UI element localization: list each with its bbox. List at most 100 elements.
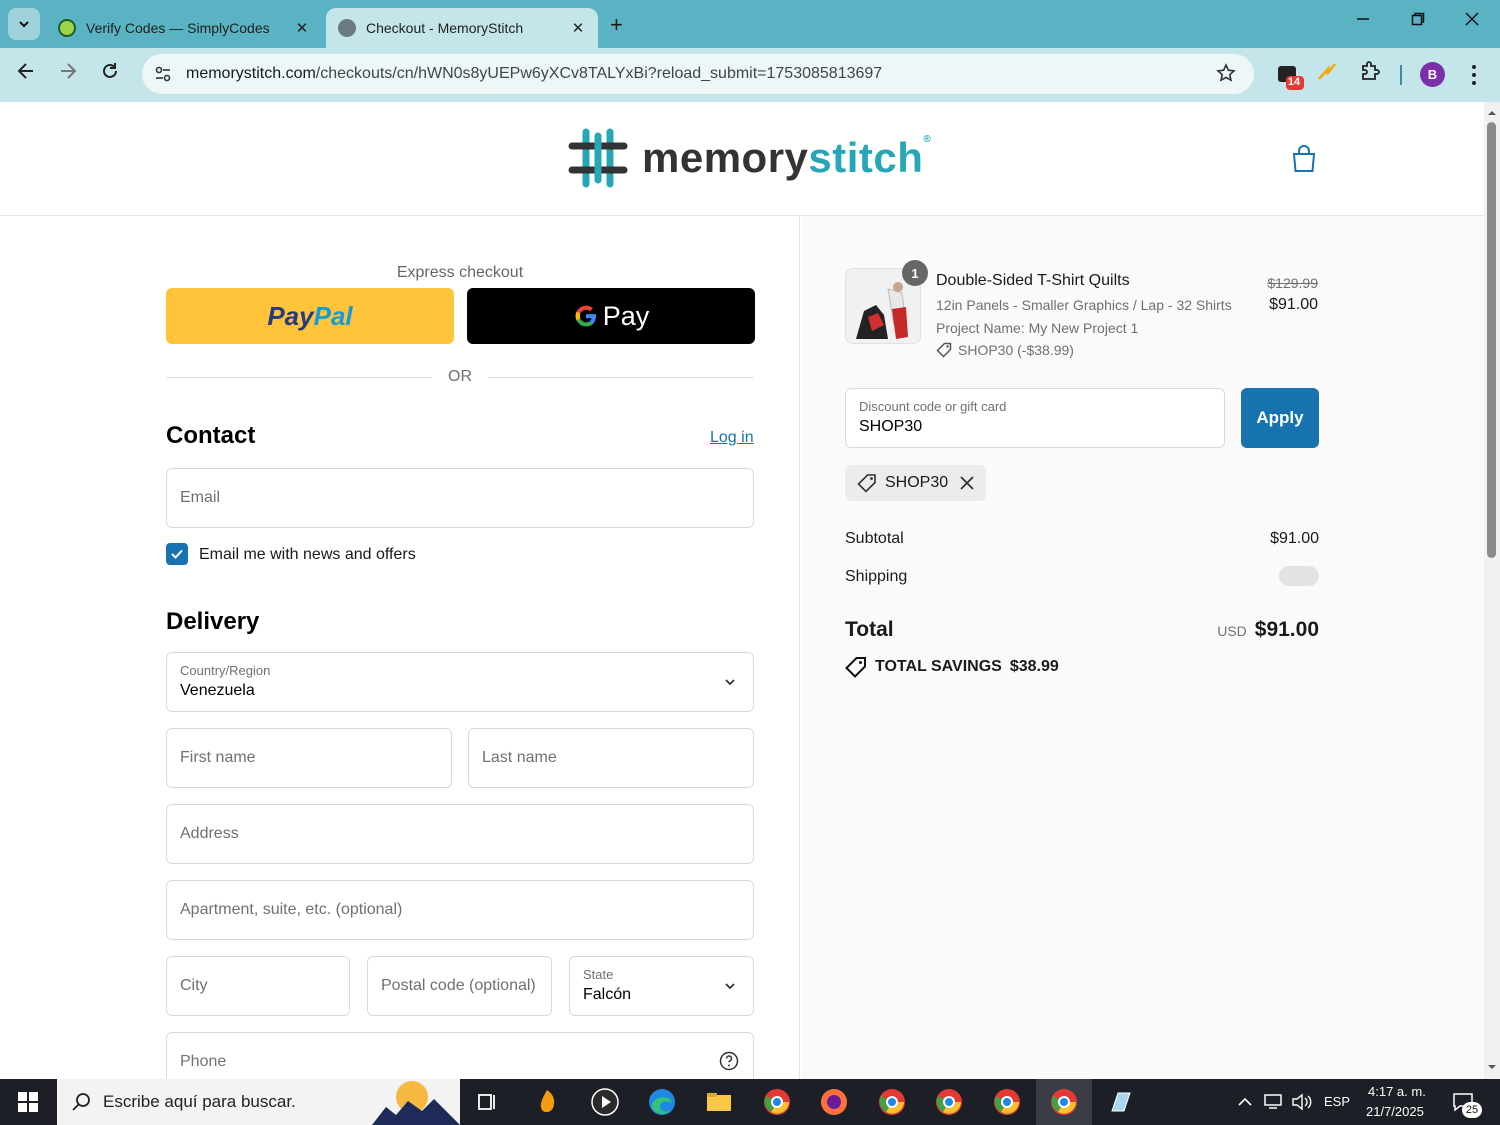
logo-part-1: memory [642,134,809,181]
firefox-icon[interactable] [819,1087,849,1117]
city-field[interactable]: City [166,956,350,1016]
simplycodes-favicon-icon [58,19,76,37]
country-label: Country/Region [180,663,271,678]
close-icon [1465,12,1479,26]
total-value: USD $91.00 [1179,618,1319,642]
menu-kebab-icon[interactable] [1470,64,1478,91]
clock-date[interactable]: 21/7/2025 [1366,1104,1424,1119]
paypal-button[interactable]: Pay Pal [166,288,454,344]
site-logo[interactable]: memorystitch® [566,126,931,190]
apply-button[interactable]: Apply [1241,388,1319,448]
chrome-profile-b-icon [1051,1089,1077,1115]
page-content: memorystitch® Express checkout Pay Pal Pa… [0,102,1484,1079]
postal-code-placeholder: Postal code (optional) [381,977,536,994]
tab-search-button[interactable] [8,8,40,40]
shipping-label: Shipping [845,568,908,585]
applied-code: SHOP30 [885,474,949,491]
product-discount-text: SHOP30 (-$38.99) [958,342,1074,358]
product-name: Double-Sided T-Shirt Quilts [936,272,1130,289]
chrome-profile-v-icon[interactable] [877,1087,907,1117]
chevron-down-icon [725,679,735,686]
bolt-extension-icon[interactable] [1316,60,1338,87]
tab-simplycodes[interactable]: Verify Codes — SimplyCodes ✕ [46,8,322,48]
country-select[interactable]: Country/Region Venezuela [166,652,754,712]
avatar[interactable]: B [1420,62,1445,87]
site-info-icon[interactable] [152,63,174,85]
scroll-up-arrow-icon[interactable] [1484,106,1500,120]
page-scrollbar[interactable] [1484,102,1500,1079]
reload-icon [103,63,117,78]
postal-code-field[interactable]: Postal code (optional) [367,956,552,1016]
reload-button[interactable] [100,61,120,87]
windows-taskbar: Escribe aquí para buscar. ESP 4:17 a. m.… [0,1079,1500,1125]
tab-checkout[interactable]: Checkout - MemoryStitch ✕ [326,8,598,48]
first-name-field[interactable]: First name [166,728,452,788]
avatar-initial: B [1427,67,1438,82]
product-discount: SHOP30 (-$38.99) [936,342,1074,358]
back-button[interactable] [16,61,36,87]
state-select[interactable]: State Falcón [569,956,754,1016]
language-indicator[interactable]: ESP [1324,1094,1350,1109]
chrome-icon[interactable] [762,1087,792,1117]
cart-bag-icon[interactable] [1290,144,1318,179]
clock-time[interactable]: 4:17 a. m. [1368,1084,1426,1099]
forward-button[interactable] [58,61,78,87]
address-bar[interactable]: memorystitch.com/checkouts/cn/hWN0s8yUEP… [142,54,1254,94]
window-close-button[interactable] [1465,10,1479,31]
taskbar-search-box[interactable]: Escribe aquí para buscar. [57,1079,460,1125]
media-player-icon[interactable] [590,1087,620,1117]
scrollbar-thumb[interactable] [1487,122,1496,558]
logo-wordmark: memorystitch® [642,134,931,182]
minimize-button[interactable] [1356,10,1370,31]
volume-icon[interactable] [1291,1093,1313,1111]
chrome-profile-a-icon[interactable] [934,1087,964,1117]
start-button[interactable] [0,1079,56,1125]
help-circle-icon[interactable] [719,1051,739,1071]
phone-placeholder: Phone [180,1053,227,1070]
paypal-label-part-1: Pay [267,300,314,331]
paypal-label-part-2: Pal [313,300,353,331]
first-name-placeholder: First name [180,749,256,766]
close-icon[interactable]: ✕ [294,19,310,37]
delivery-heading: Delivery [166,608,260,635]
chevron-up-icon[interactable] [1237,1094,1253,1110]
google-pay-button[interactable]: Pay [467,288,755,344]
divider-line [488,377,754,378]
restore-button[interactable] [1411,10,1425,31]
task-view-icon[interactable] [472,1087,502,1117]
tag-icon [857,474,876,493]
last-name-field[interactable]: Last name [468,728,754,788]
email-field[interactable]: Email [166,468,754,528]
edge-browser-icon[interactable] [647,1087,677,1117]
fl-studio-icon[interactable] [532,1087,562,1117]
bookmark-star-icon[interactable] [1216,63,1236,89]
address-placeholder: Address [180,825,239,842]
email-placeholder: Email [180,489,221,506]
chrome-profile-v2-icon[interactable] [992,1087,1022,1117]
file-explorer-icon[interactable] [704,1087,734,1117]
restore-icon [1411,12,1425,26]
taskbar-active-app[interactable] [1036,1079,1092,1125]
newsletter-checkbox[interactable] [166,543,188,565]
network-icon[interactable] [1263,1093,1285,1111]
city-placeholder: City [180,977,208,994]
new-tab-button[interactable]: + [610,12,623,38]
url-path: /checkouts/cn/hWN0s8yUEPw6yXCv8TALYxBi?r… [315,65,883,82]
apartment-field[interactable]: Apartment, suite, etc. (optional) [166,880,754,940]
phone-field[interactable]: Phone [166,1032,754,1079]
total-amount: $91.00 [1254,618,1319,641]
tab-title: Checkout - MemoryStitch [366,20,524,36]
notepad-icon[interactable] [1106,1087,1136,1117]
close-icon[interactable]: ✕ [570,19,586,37]
url-domain: memorystitch.com [186,65,316,82]
extensions-puzzle-icon[interactable] [1359,60,1381,87]
applied-discount-chip: SHOP30 [845,465,987,501]
scroll-down-arrow-icon[interactable] [1484,1060,1500,1074]
newsletter-label[interactable]: Email me with news and offers [199,546,416,564]
login-link[interactable]: Log in [710,429,754,447]
address-field[interactable]: Address [166,804,754,864]
discount-code-field[interactable]: Discount code or gift card SHOP30 [845,388,1225,448]
savings-label: TOTAL SAVINGS [875,658,1002,675]
close-icon[interactable] [960,476,974,490]
chevron-down-icon [19,21,29,28]
